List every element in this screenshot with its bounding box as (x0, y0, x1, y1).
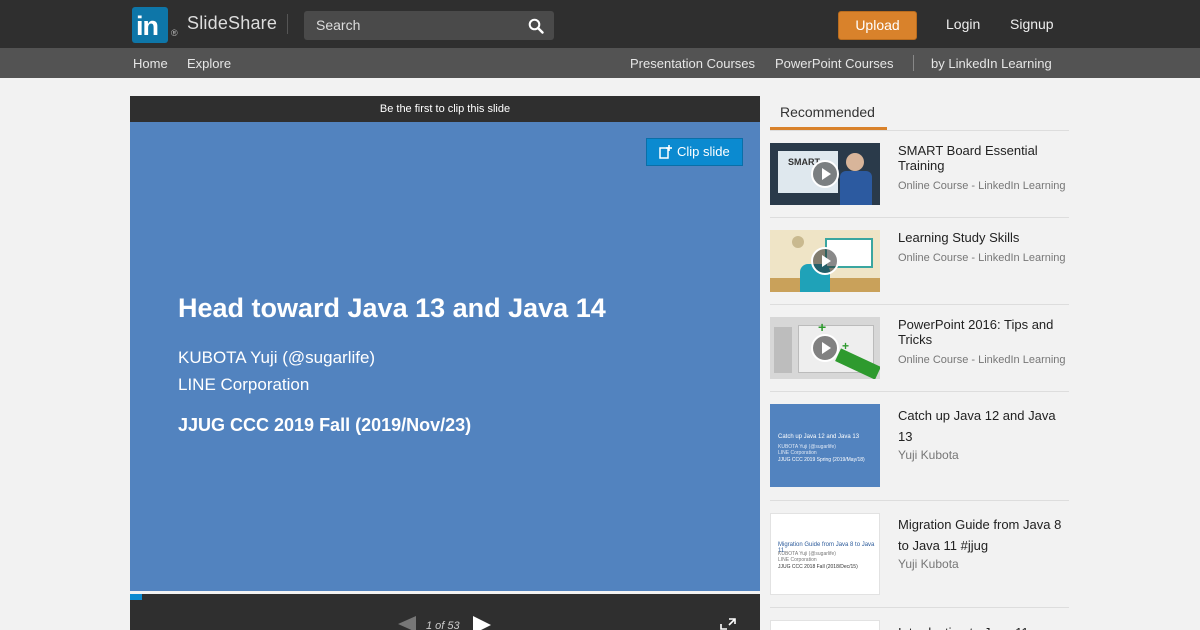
search-placeholder: Search (316, 17, 361, 33)
recommended-item[interactable]: Learning Study Skills Online Course - Li… (770, 218, 1069, 305)
clip-header: Be the first to clip this slide (130, 96, 760, 122)
registered-mark: ® (171, 28, 178, 38)
presenter-body (840, 171, 872, 205)
clock-graphic (792, 236, 804, 248)
nav-linkedin-learning[interactable]: by LinkedIn Learning (931, 56, 1052, 71)
clip-icon (659, 145, 672, 159)
course-thumbnail[interactable] (770, 230, 880, 292)
item-author: Yuji Kubota (898, 448, 959, 462)
signup-link[interactable]: Signup (1010, 16, 1054, 32)
recommended-item[interactable]: SMART SMART Board Essential Training Onl… (770, 131, 1069, 218)
play-icon[interactable] (811, 160, 839, 188)
divider (913, 55, 914, 71)
slide-author: KUBOTA Yuji (@sugarlife) (178, 348, 376, 367)
slideshare-logo-text[interactable]: SlideShare (187, 13, 277, 34)
secondary-navigation: Home Explore Presentation Courses PowerP… (0, 48, 1200, 78)
nav-home[interactable]: Home (133, 56, 168, 71)
course-thumbnail[interactable]: SMART (770, 143, 880, 205)
recommended-item[interactable]: + + PowerPoint 2016: Tips and Tricks Onl… (770, 305, 1069, 392)
thumb-title: Catch up Java 12 and Java 13 (778, 434, 860, 440)
thumb-company: LINE Corporation (778, 557, 817, 563)
thumb-event: JJUG CCC 2019 Spring (2019/May/18) (778, 457, 865, 463)
plus-icon: + (818, 319, 827, 335)
recommended-item[interactable]: Migration Guide from Java 8 to Java 11 K… (770, 501, 1069, 608)
item-author: Yuji Kubota (898, 557, 959, 571)
item-subtitle: Online Course - LinkedIn Learning (898, 354, 1066, 366)
fullscreen-icon[interactable] (720, 618, 736, 630)
presenter-head (846, 153, 864, 171)
slideshow-thumbnail[interactable]: Migration Guide from Java 8 to Java 11 K… (770, 513, 880, 595)
slide-company: LINE Corporation (178, 375, 310, 394)
slideshow-thumbnail[interactable] (770, 620, 880, 630)
slide-event: JJUG CCC 2019 Fall (2019/Nov/23) (178, 415, 472, 435)
item-title[interactable]: SMART Board Essential Training (898, 143, 1068, 173)
item-title[interactable]: Migration Guide from Java 8 to Java 11 #… (898, 514, 1068, 556)
nav-presentation-courses[interactable]: Presentation Courses (630, 56, 755, 71)
course-thumbnail[interactable]: + + (770, 317, 880, 379)
item-title[interactable]: Catch up Java 12 and Java 13 (898, 405, 1068, 447)
item-subtitle: Online Course - LinkedIn Learning (898, 252, 1066, 264)
item-subtitle: Online Course - LinkedIn Learning (898, 180, 1066, 192)
thumb-event: JJUG CCC 2018 Fall (2018/Dec/15) (778, 564, 858, 570)
logo-in-text: in (136, 11, 159, 41)
thumb-company: LINE Corporation (778, 450, 817, 456)
clip-slide-button[interactable]: Clip slide (646, 138, 743, 166)
tab-recommended[interactable]: Recommended (770, 96, 887, 130)
nav-powerpoint-courses[interactable]: PowerPoint Courses (775, 56, 894, 71)
slide-title: Head toward Java 13 and Java 14 (178, 293, 606, 323)
recommended-item[interactable]: Catch up Java 12 and Java 13 KUBOTA Yuji… (770, 392, 1069, 501)
upload-button[interactable]: Upload (838, 11, 917, 40)
player-controls: 1 of 53 (130, 600, 760, 630)
recommended-item[interactable]: Introduction to Java 11: (770, 608, 1069, 630)
clip-slide-label: Clip slide (677, 144, 730, 159)
divider (287, 14, 288, 34)
item-title[interactable]: Introduction to Java 11: (898, 622, 1068, 630)
top-navigation-bar: in ® SlideShare Search Upload Login Sign… (0, 0, 1200, 48)
linkedin-logo-icon[interactable]: in (132, 7, 168, 43)
play-icon[interactable] (811, 247, 839, 275)
slides-panel-graphic (774, 327, 792, 373)
search-input[interactable]: Search (304, 11, 554, 40)
slide-view[interactable]: Clip slide Head toward Java 13 and Java … (130, 122, 760, 591)
slide-player: Be the first to clip this slide Clip sli… (130, 96, 760, 630)
next-slide-icon[interactable] (473, 616, 491, 630)
login-link[interactable]: Login (946, 16, 980, 32)
play-icon[interactable] (811, 334, 839, 362)
item-title[interactable]: PowerPoint 2016: Tips and Tricks (898, 317, 1068, 347)
page-indicator: 1 of 53 (426, 620, 460, 630)
item-title[interactable]: Learning Study Skills (898, 230, 1068, 245)
search-icon[interactable] (528, 18, 544, 34)
slideshow-thumbnail[interactable]: Catch up Java 12 and Java 13 KUBOTA Yuji… (770, 404, 880, 487)
nav-explore[interactable]: Explore (187, 56, 231, 71)
previous-slide-icon[interactable] (398, 616, 416, 630)
